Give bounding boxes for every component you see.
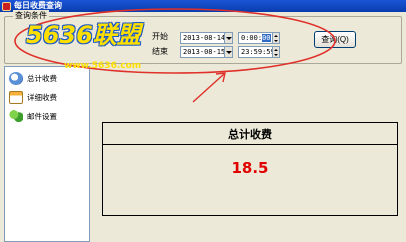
- watermark-brand: 5636联盟: [26, 21, 141, 49]
- sidebar-item-label: 邮件设置: [27, 111, 57, 121]
- sidebar-item-mail-settings[interactable]: 邮件设置: [5, 107, 89, 125]
- watermark-url: www.5636.com: [64, 61, 142, 71]
- table-icon: [9, 90, 23, 104]
- nav-sidebar: 总计收费 详细收费 邮件设置: [4, 66, 90, 242]
- main-panel: 总计收费 18.5: [94, 66, 406, 242]
- total-fee-value: 18.5: [231, 159, 269, 177]
- sidebar-item-detail-fee[interactable]: 详细收费: [5, 88, 89, 106]
- app-window: 每日收费查询 查询条件 开始 结束 2013-08-14 2013-08-15 …: [0, 0, 406, 242]
- annotation-arrow: [192, 72, 226, 103]
- app-icon: [2, 1, 11, 11]
- users-icon: [9, 109, 23, 123]
- sidebar-item-label: 详细收费: [27, 92, 57, 102]
- watermark-logo: 5636联盟 www.5636.com: [26, 13, 206, 73]
- total-fee-header: 总计收费: [103, 123, 397, 145]
- total-fee-box: 总计收费 18.5: [102, 122, 398, 216]
